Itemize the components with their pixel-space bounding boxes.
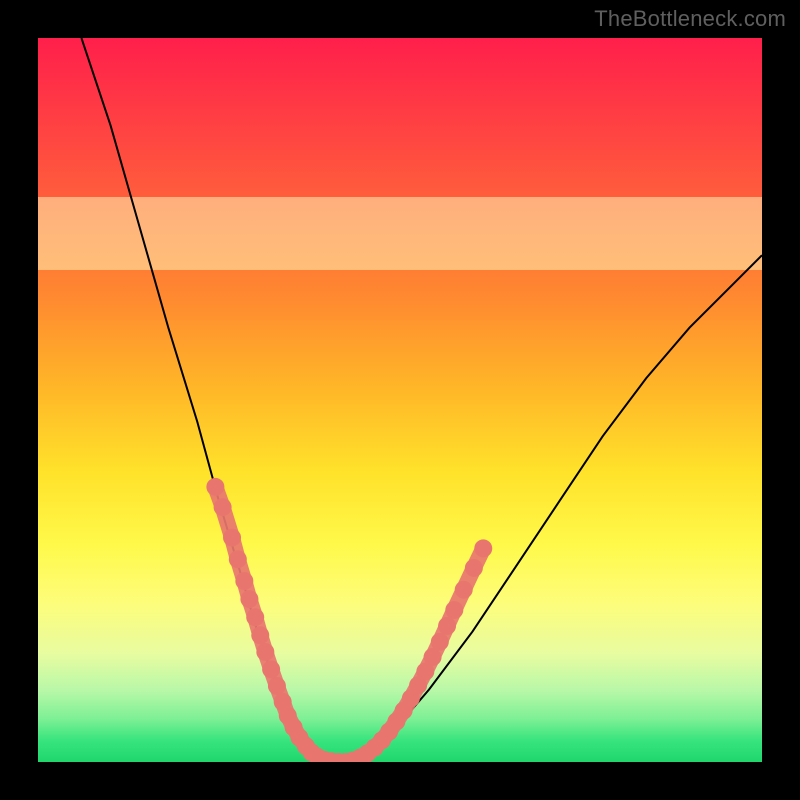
plot-area [38,38,762,762]
right-cluster-point [474,539,492,557]
left-cluster-point [246,608,264,626]
left-cluster-point [268,677,286,695]
right-cluster-point [445,601,463,619]
left-cluster-point [206,478,224,496]
bottleneck-curve [81,38,762,762]
right-cluster-point [438,617,456,635]
right-cluster-point [431,633,449,651]
left-cluster-beads [215,487,317,757]
chart-svg [38,38,762,762]
left-cluster-point [223,529,241,547]
watermark-text: TheBottleneck.com [594,6,786,32]
chart-stage: TheBottleneck.com [0,0,800,800]
right-cluster-point [455,581,473,599]
left-cluster-point [251,626,269,644]
left-cluster-point [229,550,247,568]
left-cluster-point [256,643,274,661]
right-cluster-point [465,559,483,577]
left-cluster-point [235,572,253,590]
left-cluster-point [214,498,232,516]
left-cluster-point [262,660,280,678]
left-cluster-point [240,590,258,608]
